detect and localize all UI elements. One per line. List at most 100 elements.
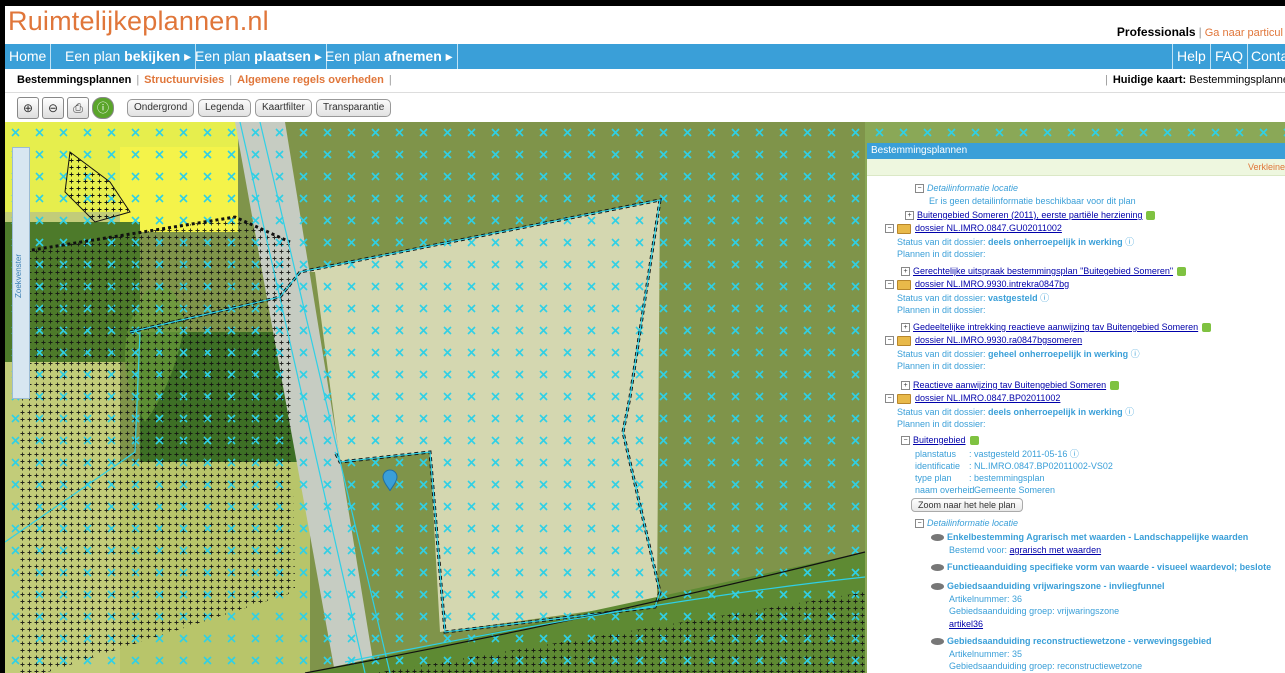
nav-help[interactable]: Help (1172, 44, 1211, 69)
detail-item-3-artikel: Artikelnummer: 36 (949, 594, 1023, 604)
artikel36-link[interactable]: artikel36 (949, 619, 983, 630)
bestemd-link[interactable]: agrarisch met waarden (1010, 545, 1102, 555)
site-header: Ruimtelijkeplannen.nl Professionals | Ga n… (5, 6, 1285, 44)
collapse-icon[interactable]: − (885, 394, 894, 404)
nav-afnemen[interactable]: Een plan afnemen ▸ (321, 44, 458, 69)
plan-item-4: + Reactieve aanwijzing tav Buitengebied S… (901, 380, 1120, 391)
detail-item-2: Functieaanduiding specifieke vorm van wa… (931, 562, 1271, 573)
detail-info-1-text: Er is geen detailinformatie beschikbaar … (929, 196, 1136, 206)
planstatus-row: planstatus: vastgesteld 2011-05-16 ⓘ (915, 449, 1079, 459)
dossier-1: − dossier NL.IMRO.0847.GU02011002 (885, 223, 1062, 234)
detail-item-1: Enkelbestemming Agrarisch met waarden - … (931, 532, 1248, 543)
plan-link-5[interactable]: Buitengebied (913, 435, 966, 445)
view-icon[interactable] (931, 638, 944, 646)
dossier-1-plans: Plannen in dit dossier: (897, 249, 986, 259)
expand-icon[interactable]: + (905, 211, 914, 221)
dossier-2: − dossier NL.IMRO.9930.intrekra0847bg (885, 279, 1069, 290)
collapse-icon[interactable]: − (901, 436, 910, 446)
search-window-tab[interactable]: Zoekvenster (12, 147, 30, 399)
tab-algemene-regels[interactable]: Algemene regels overheden (237, 74, 384, 86)
dossier-link-3[interactable]: dossier NL.IMRO.9930.ra0847bgsomeren (915, 335, 1082, 345)
print-icon[interactable]: ⎙ (67, 97, 89, 119)
lock-icon (1177, 267, 1187, 277)
plan-link-4[interactable]: Reactieve aanwijzing tav Buitengebied So… (913, 380, 1106, 390)
site-logo[interactable]: Ruimtelijkeplannen.nl (8, 6, 269, 37)
audience-switch: Professionals | Ga naar particul (1117, 25, 1283, 39)
sub-nav: Bestemmingsplannen | Structuurvisies | Algem… (5, 69, 1285, 92)
tab-bestemmingsplannen[interactable]: Bestemmingsplannen (17, 74, 131, 86)
plan-item-2: + Gerechtelijke uitspraak bestemmingsplan… (901, 266, 1187, 277)
detail-item-3-groep: Gebiedsaanduiding groep: vrijwaringszone (949, 606, 1120, 616)
detail-item-1-sub: Bestemd voor: agrarisch met waarden (949, 545, 1102, 555)
zoom-to-plan-button[interactable]: Zoom naar het hele plan (911, 498, 1023, 512)
search-window-label: Zoekvenster (14, 253, 23, 298)
detail-info-1: − Detailinformatie locatie (915, 183, 1018, 194)
lock-icon (1110, 381, 1120, 391)
overheid-row: naam overheid: Gemeente Someren (915, 485, 1056, 495)
folder-icon (897, 279, 911, 290)
zoom-in-icon[interactable]: ⊕ (17, 97, 39, 119)
detail-info-2: − Detailinformatie locatie (915, 518, 1018, 529)
sub-tabs: Bestemmingsplannen | Structuurvisies | Algem… (17, 74, 392, 86)
dossier-2-status: Status van dit dossier: vastgesteld ⓘ (897, 293, 1050, 303)
plan-item-1: + Buitengebied Someren (2011), eerste par… (905, 210, 1156, 221)
lock-icon (1202, 323, 1212, 333)
nav-plaatsen[interactable]: Een plan plaatsen ▸ (191, 44, 327, 69)
panel-title: Bestemmingsplannen (867, 143, 1285, 159)
nav-contact[interactable]: Conta (1247, 44, 1285, 69)
expand-icon[interactable]: + (901, 381, 910, 391)
plan-item-5: − Buitengebied (901, 435, 979, 446)
collapse-icon[interactable]: − (915, 519, 924, 529)
plan-link-1[interactable]: Buitengebied Someren (2011), eerste part… (917, 210, 1142, 220)
tab-structuurvisies[interactable]: Structuurvisies (144, 74, 224, 86)
dossier-link-1[interactable]: dossier NL.IMRO.0847.GU02011002 (915, 223, 1062, 233)
dossier-3: − dossier NL.IMRO.9930.ra0847bgsomeren (885, 335, 1082, 346)
legenda-button[interactable]: Legenda (198, 99, 251, 117)
plan-link-2[interactable]: Gerechtelijke uitspraak bestemmingsplan … (913, 266, 1173, 276)
info-icon[interactable]: ⓘ (92, 97, 114, 119)
current-map: | Huidige kaart: Bestemmingsplanne (1100, 69, 1285, 92)
dossier-4-plans: Plannen in dit dossier: (897, 419, 986, 429)
kaartfilter-button[interactable]: Kaartfilter (255, 99, 312, 117)
detail-item-4-artikel: Artikelnummer: 35 (949, 649, 1023, 659)
expand-icon[interactable]: + (901, 323, 910, 333)
plan-link-3[interactable]: Gedeeltelijke intrekking reactieve aanwi… (913, 322, 1198, 332)
panel-bar: Verkleine (867, 159, 1285, 176)
expand-icon[interactable]: + (901, 267, 910, 277)
ondergrond-button[interactable]: Ondergrond (127, 99, 195, 117)
map-viewport[interactable]: Zoekvenster Bestemmingsplannen Verkleine… (5, 122, 1285, 673)
particulieren-link[interactable]: Ga naar particul (1205, 27, 1283, 39)
browser-page: Ruimtelijkeplannen.nl Professionals | Ga n… (5, 6, 1285, 673)
typeplan-row: type plan: bestemmingsplan (915, 473, 1045, 483)
dossier-link-4[interactable]: dossier NL.IMRO.0847.BP02011002 (915, 393, 1060, 403)
collapse-icon[interactable]: − (885, 280, 894, 290)
verklein-link[interactable]: Verkleine (1248, 162, 1285, 172)
nav-home[interactable]: Home (5, 44, 52, 69)
dossier-3-plans: Plannen in dit dossier: (897, 361, 986, 371)
collapse-icon[interactable]: − (885, 336, 894, 346)
dossier-2-plans: Plannen in dit dossier: (897, 305, 986, 315)
detail-item-4: Gebiedsaanduiding reconstructiewetzone -… (931, 636, 1212, 647)
collapse-icon[interactable]: − (915, 184, 924, 194)
view-icon[interactable] (931, 564, 944, 572)
dossier-link-2[interactable]: dossier NL.IMRO.9930.intrekra0847bg (915, 279, 1069, 289)
folder-icon (897, 393, 911, 404)
dossier-4: − dossier NL.IMRO.0847.BP02011002 (885, 393, 1060, 404)
transparantie-button[interactable]: Transparantie (316, 99, 392, 117)
current-map-label: Huidige kaart: (1112, 74, 1187, 86)
view-icon[interactable] (931, 534, 944, 542)
dossier-1-status: Status van dit dossier: deels onherroepe… (897, 237, 1135, 247)
lock-icon (969, 436, 979, 446)
nav-faq[interactable]: FAQ (1211, 44, 1249, 69)
folder-icon (897, 223, 911, 234)
plan-item-3: + Gedeeltelijke intrekking reactieve aanw… (901, 322, 1212, 333)
lock-icon (1146, 211, 1156, 221)
dossier-4-status: Status van dit dossier: deels onherroepe… (897, 407, 1135, 417)
nav-bekijken[interactable]: Een plan bekijken ▸ (61, 44, 197, 69)
folder-icon (897, 335, 911, 346)
plans-panel: Bestemmingsplannen Verkleine − Detailinfo… (867, 143, 1285, 673)
collapse-icon[interactable]: − (885, 224, 894, 234)
zoom-out-icon[interactable]: ⊖ (42, 97, 64, 119)
view-icon[interactable] (931, 583, 944, 591)
professionals-label: Professionals (1116, 25, 1196, 39)
